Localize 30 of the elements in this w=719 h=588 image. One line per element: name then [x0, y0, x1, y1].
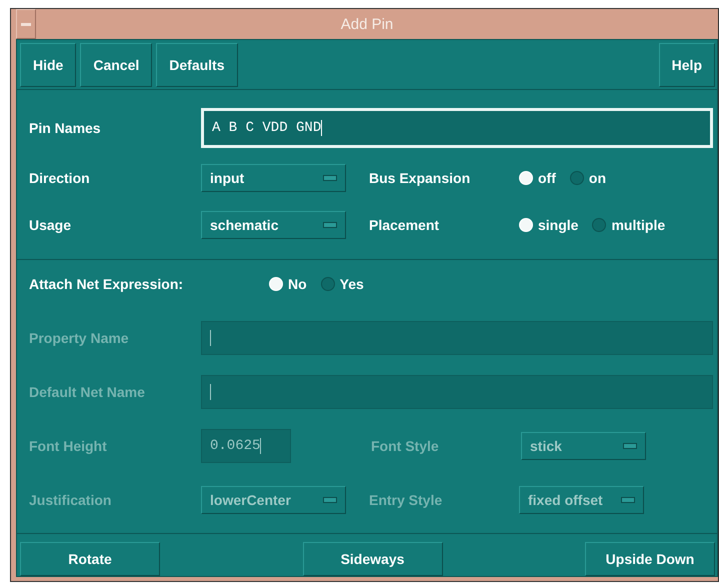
toolbar-button[interactable]: Defaults: [156, 43, 238, 87]
field-label: Property Name: [29, 330, 130, 346]
field-label: Font Style: [371, 438, 440, 454]
action-button[interactable]: Rotate: [20, 542, 160, 576]
window-title: Add Pin: [340, 16, 394, 32]
field-label: Bus Expansion: [369, 170, 472, 186]
field-label: Usage: [29, 217, 72, 233]
radio-button[interactable]: Yes: [320, 276, 364, 292]
radio-button[interactable]: on: [570, 170, 606, 186]
field-label: Default Net Name: [29, 384, 146, 400]
field-label: Placement: [369, 217, 440, 233]
window-menu-button[interactable]: [16, 9, 36, 39]
radio-button[interactable]: off: [519, 170, 556, 186]
cycle-button[interactable]: input: [201, 164, 346, 192]
action-button[interactable]: Upside Down: [585, 542, 715, 576]
radio-button[interactable]: multiple: [592, 217, 666, 233]
field-label: Attach Net Expression:: [29, 276, 184, 292]
field-label: Direction: [29, 170, 91, 186]
action-button[interactable]: Sideways: [302, 542, 442, 576]
text-field[interactable]: A B C VDD GND: [201, 108, 713, 148]
radio-button[interactable]: No: [269, 276, 307, 292]
cycle-button[interactable]: schematic: [201, 211, 346, 239]
field-label: Justification: [29, 492, 112, 508]
toolbar-button[interactable]: Help: [658, 43, 715, 87]
field-label: Pin Names: [29, 120, 102, 136]
toolbar-button[interactable]: Hide: [20, 43, 76, 87]
field-label: Font Height: [29, 438, 108, 454]
field-label: Entry Style: [369, 492, 444, 508]
radio-button[interactable]: single: [519, 217, 578, 233]
toolbar-button[interactable]: Cancel: [80, 43, 152, 87]
